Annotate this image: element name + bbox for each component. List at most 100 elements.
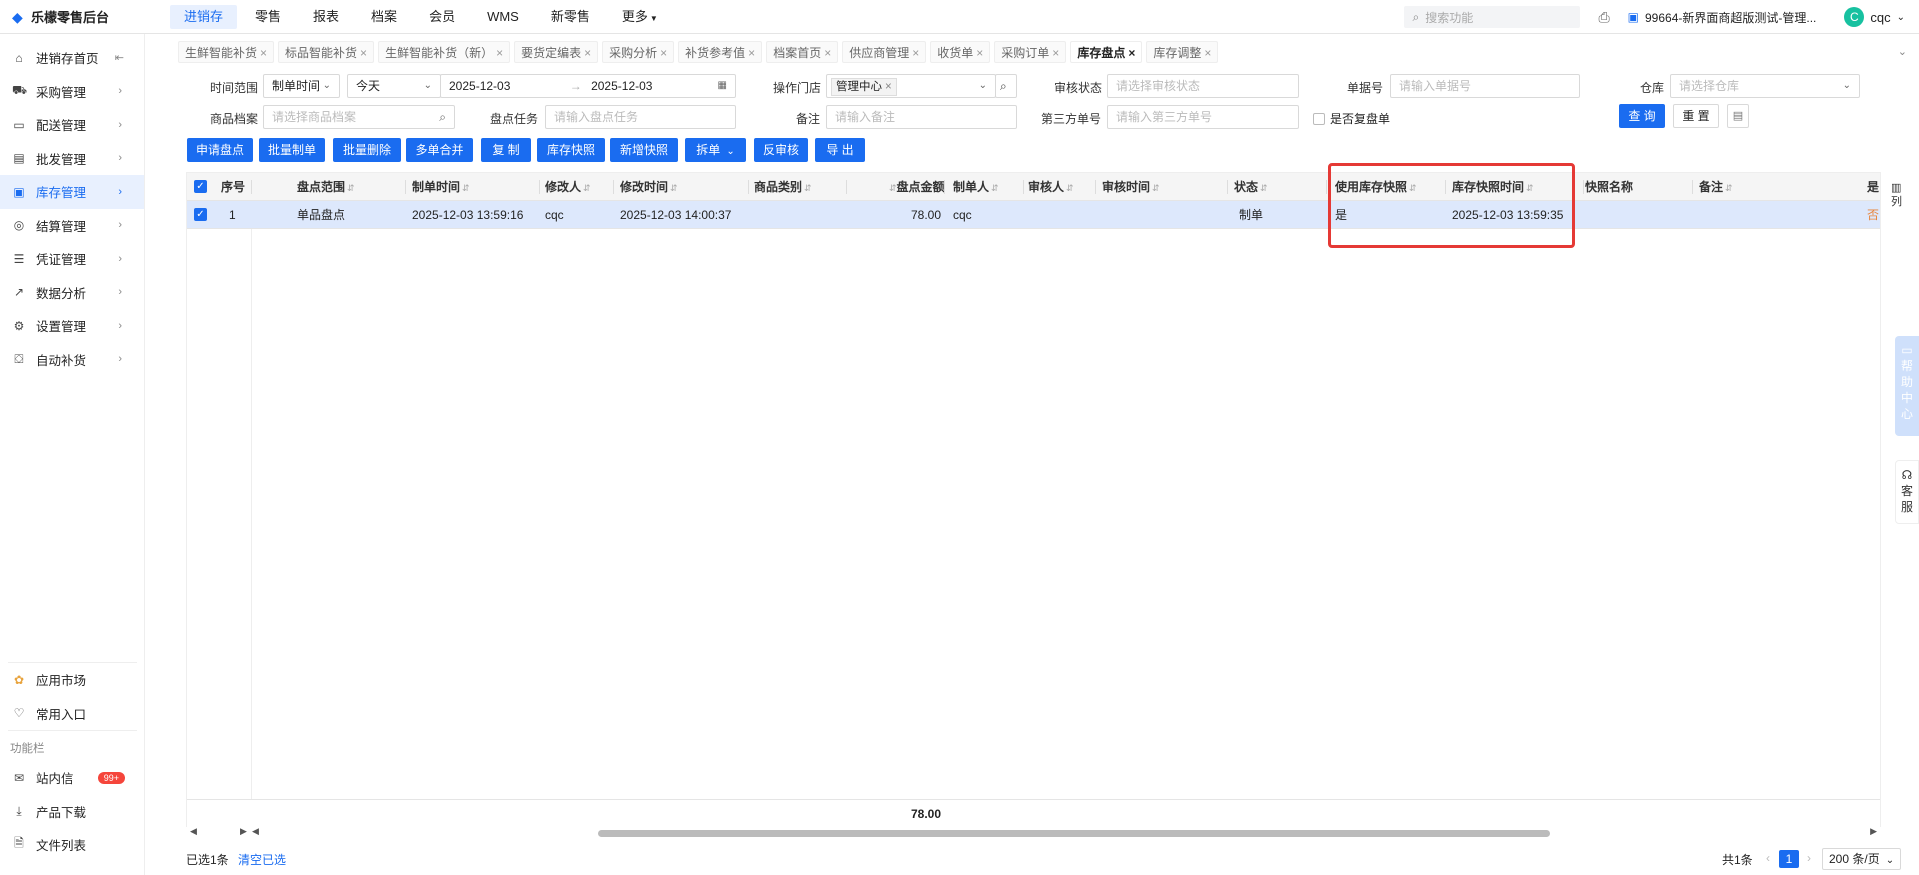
col-modified[interactable]: 修改时间 ⇵: [620, 173, 678, 201]
tab-fresh-replenish[interactable]: 生鲜智能补货 ×: [178, 41, 275, 63]
tab-fresh-replenish-new[interactable]: 生鲜智能补货（新） ×: [378, 41, 511, 63]
close-icon[interactable]: ×: [976, 46, 983, 60]
col-remark[interactable]: 备注 ⇵: [1699, 173, 1733, 201]
sidebar-item-replenish[interactable]: ⛋ 自动补货 ›: [0, 343, 144, 377]
merge-orders-button[interactable]: 多单合并: [406, 138, 473, 162]
tabs-menu-icon[interactable]: ⌄: [1898, 45, 1907, 58]
page-size-select[interactable]: 200 条/页 ⌄: [1822, 848, 1902, 870]
col-creator[interactable]: 制单人 ⇵: [953, 173, 999, 201]
topnav-new-retail[interactable]: 新零售: [537, 5, 604, 29]
tab-replenish-ref[interactable]: 补货参考值 ×: [678, 41, 763, 63]
tab-standard-replenish[interactable]: 标品智能补货 ×: [278, 41, 375, 63]
sidebar-item-settings[interactable]: ⚙ 设置管理 ›: [0, 309, 144, 343]
sidebar-item-purchase[interactable]: ⛟ 采购管理 ›: [0, 75, 144, 109]
task-input[interactable]: 请输入盘点任务: [545, 105, 736, 129]
unaudit-button[interactable]: 反审核: [754, 138, 808, 162]
audit-status-select[interactable]: 请选择审核状态: [1107, 74, 1299, 98]
close-icon[interactable]: ×: [1052, 46, 1059, 60]
scrollbar-thumb[interactable]: [598, 830, 1550, 837]
time-type-select[interactable]: 制单时间 ⌄: [263, 74, 340, 98]
topnav-retail[interactable]: 零售: [241, 5, 295, 29]
col-scope[interactable]: 盘点范围 ⇵: [297, 173, 355, 201]
col-status[interactable]: 状态 ⇵: [1234, 173, 1268, 201]
topnav-report[interactable]: 报表: [299, 5, 353, 29]
page-1-button[interactable]: 1: [1779, 850, 1799, 868]
prev-page-icon[interactable]: ‹: [1766, 851, 1770, 865]
order-no-input[interactable]: 请输入单据号: [1390, 74, 1580, 98]
close-icon[interactable]: ×: [1128, 46, 1135, 60]
topnav-jxc[interactable]: 进销存: [170, 4, 238, 29]
filter-settings-button[interactable]: ▤: [1727, 104, 1749, 128]
batch-delete-button[interactable]: 批量删除: [333, 138, 401, 162]
close-icon[interactable]: ×: [360, 46, 367, 60]
tab-purchase-analysis[interactable]: 采购分析 ×: [602, 41, 675, 63]
query-button[interactable]: 查 询: [1619, 104, 1665, 128]
remark-input[interactable]: 请输入备注: [826, 105, 1017, 129]
printer-icon[interactable]: ⎙: [1598, 9, 1609, 26]
copy-button[interactable]: 复 制: [481, 138, 531, 162]
app-logo[interactable]: ◆ 乐檬零售后台: [0, 7, 170, 26]
topnav-archive[interactable]: 档案: [357, 5, 411, 29]
horizontal-scrollbar[interactable]: ◀ ▶ ◀ ▶: [186, 826, 1881, 839]
third-no-input[interactable]: 请输入第三方单号: [1107, 105, 1299, 129]
tab-order-plan[interactable]: 要货定编表 ×: [514, 41, 599, 63]
close-icon[interactable]: ×: [912, 46, 919, 60]
table-row[interactable]: ✓ 1 单品盘点 2025-12-03 13:59:16 cqc 2025-12…: [187, 201, 1880, 229]
close-icon[interactable]: ×: [885, 81, 892, 93]
user-menu[interactable]: C cqc ⌄: [1844, 7, 1905, 27]
add-snapshot-button[interactable]: 新增快照: [610, 138, 678, 162]
topnav-member[interactable]: 会员: [415, 5, 469, 29]
tab-receipt[interactable]: 收货单 ×: [930, 41, 991, 63]
col-audit-time[interactable]: 审核时间 ⇵: [1102, 173, 1160, 201]
common-entry-link[interactable]: ♡ 常用入口: [0, 697, 145, 731]
topnav-more[interactable]: 更多 ▼: [608, 5, 672, 29]
scroll-right-icon[interactable]: ▶: [1870, 826, 1877, 837]
col-created[interactable]: 制单时间 ⇵: [412, 173, 470, 201]
app-market-link[interactable]: ✿ 应用市场: [0, 663, 145, 697]
column-settings-button[interactable]: ▥ 列: [1891, 181, 1905, 209]
scroll-left-icon[interactable]: ◀: [252, 826, 259, 837]
close-icon[interactable]: ×: [824, 46, 831, 60]
date-from[interactable]: 2025-12-03: [449, 79, 510, 93]
product-select[interactable]: 请选择商品档案 ⌕: [263, 105, 455, 129]
recheck-checkbox[interactable]: 是否复盘单: [1313, 110, 1390, 127]
tab-purchase-order[interactable]: 采购订单 ×: [994, 41, 1067, 63]
tab-archive-home[interactable]: 档案首页 ×: [766, 41, 839, 63]
tab-stocktake[interactable]: 库存盘点 ×: [1070, 41, 1143, 63]
col-category[interactable]: 商品类别 ⇵: [754, 173, 812, 201]
tab-stock-adjust[interactable]: 库存调整 ×: [1146, 41, 1219, 63]
messages-link[interactable]: ✉ 站内信 99+: [0, 761, 145, 795]
reset-button[interactable]: 重 置: [1673, 104, 1719, 128]
download-link[interactable]: ⤓ 产品下载: [0, 795, 145, 829]
files-link[interactable]: 🗎 文件列表: [0, 828, 145, 862]
select-all-checkbox[interactable]: ✓: [194, 180, 207, 193]
close-icon[interactable]: ×: [260, 46, 267, 60]
col-auditor[interactable]: 审核人 ⇵: [1028, 173, 1074, 201]
sidebar-item-wholesale[interactable]: ▤ 批发管理 ›: [0, 142, 144, 176]
apply-stocktake-button[interactable]: 申请盘点: [187, 138, 253, 162]
col-modifier[interactable]: 修改人 ⇵: [545, 173, 591, 201]
store-search-button[interactable]: ⌕: [995, 74, 1017, 98]
scroll-right-icon[interactable]: ▶: [240, 826, 247, 837]
warehouse-select[interactable]: 请选择仓库 ⌄: [1670, 74, 1860, 98]
customer-service-button[interactable]: ☊ 客服: [1895, 460, 1919, 524]
sidebar-item-voucher[interactable]: ☰ 凭证管理 ›: [0, 242, 144, 276]
tab-supplier[interactable]: 供应商管理 ×: [842, 41, 927, 63]
search-input[interactable]: ⌕ 搜索功能: [1404, 6, 1581, 28]
export-button[interactable]: 导 出: [815, 138, 865, 162]
col-amount[interactable]: ⇵盘点金额: [887, 173, 945, 201]
collapse-sidebar-icon[interactable]: ⇤: [115, 51, 124, 64]
close-icon[interactable]: ×: [748, 46, 755, 60]
help-center-button[interactable]: ▭ 帮助中心: [1895, 336, 1919, 436]
date-to[interactable]: 2025-12-03: [591, 79, 652, 93]
period-select[interactable]: 今天 ⌄: [347, 74, 441, 98]
sidebar-item-settlement[interactable]: ◎ 结算管理 ›: [0, 209, 144, 243]
sidebar-item-inventory[interactable]: ▣ 库存管理 ›: [0, 175, 144, 209]
split-order-button[interactable]: 拆单 ⌄: [685, 138, 746, 162]
stock-snapshot-button[interactable]: 库存快照: [537, 138, 605, 162]
clear-selection-link[interactable]: 清空已选: [238, 851, 286, 868]
date-range-picker[interactable]: 2025-12-03 → 2025-12-03 ▦: [440, 74, 736, 98]
sidebar-item-home[interactable]: ⌂ 进销存首页 ⇤: [0, 41, 144, 75]
close-icon[interactable]: ×: [1204, 46, 1211, 60]
sidebar-item-analysis[interactable]: ↗ 数据分析 ›: [0, 276, 144, 310]
